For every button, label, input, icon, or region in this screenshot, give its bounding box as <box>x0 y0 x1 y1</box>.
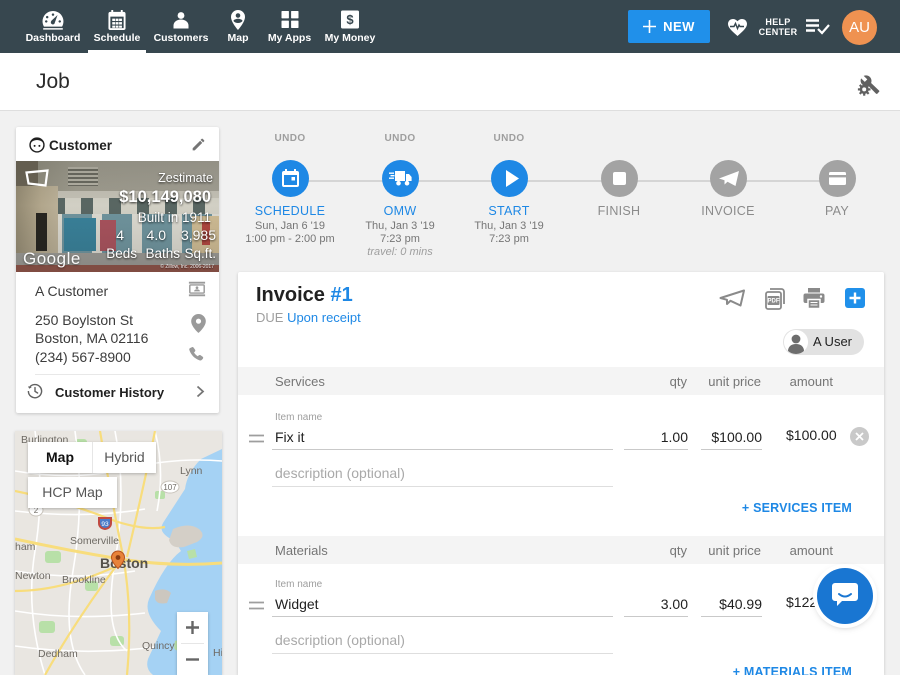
svg-text:Lynn: Lynn <box>180 465 203 477</box>
svg-text:Newton: Newton <box>15 570 51 582</box>
svg-text:ham: ham <box>15 541 36 553</box>
svg-text:Brookline: Brookline <box>62 574 106 586</box>
svg-text:$: $ <box>346 12 354 27</box>
svg-text:93: 93 <box>101 521 109 528</box>
svg-text:Quincy: Quincy <box>142 640 175 652</box>
svg-text:107: 107 <box>163 483 177 492</box>
svg-text:Dedham: Dedham <box>38 648 78 660</box>
svg-text:PDF: PDF <box>768 299 780 305</box>
svg-text:Hi: Hi <box>213 647 222 659</box>
svg-text:Somerville: Somerville <box>70 535 119 547</box>
